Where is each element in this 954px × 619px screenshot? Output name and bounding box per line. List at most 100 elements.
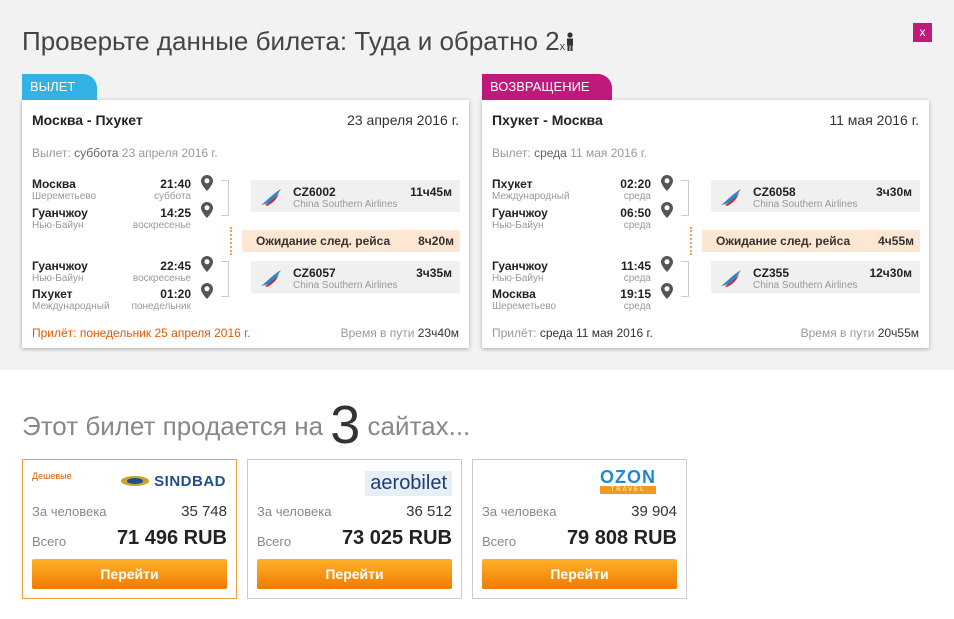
segment-dep-day: среда [623, 191, 651, 202]
ozon-logo: OZON TRAVEL [600, 468, 656, 494]
flight-duration: 3ч35м [416, 266, 452, 280]
segment-from-airport: Шереметьево [32, 191, 97, 202]
go-button[interactable]: Перейти [482, 559, 677, 589]
china-southern-logo-icon [721, 189, 741, 206]
flight-info: CZ6057 China Southern Airlines 3ч35м [251, 261, 460, 293]
outbound-route: Москва - Пхукет [32, 112, 143, 128]
sindbad-logo-text: SINDBAD [154, 473, 226, 490]
layover-duration: 4ч55м [878, 234, 914, 248]
layover-label: Ожидание след. рейса [716, 234, 851, 248]
return-departure-line: Вылет: среда 11 мая 2016 г. [492, 146, 648, 160]
flight-info: CZ355 China Southern Airlines 12ч30м [711, 261, 920, 293]
segment-to-city: Москва [492, 287, 536, 301]
china-southern-logo-icon [721, 270, 741, 287]
total-label: Всего [32, 534, 67, 549]
per-person-price: 39 904 [631, 503, 677, 520]
flight-number: CZ355 [753, 266, 790, 280]
sold-on-heading: Этот билет продается на 3 сайтах... [22, 395, 471, 455]
sindbad-emblem-icon [120, 476, 149, 486]
sindbad-logo: SINDBAD [120, 473, 226, 491]
segment-to-city: Гуанчжоу [32, 206, 88, 220]
return-tag: ВОЗВРАЩЕНИЕ [482, 74, 612, 100]
outbound-tag: ВЫЛЕТ [22, 74, 98, 100]
total-label: Всего [482, 534, 517, 549]
layover-label: Ожидание след. рейса [256, 234, 391, 248]
layover-connector [690, 227, 692, 255]
segment-from-airport: Нью-Байун [492, 273, 544, 284]
return-date: 11 мая 2016 г. [829, 112, 919, 128]
airline-name: China Southern Airlines [293, 280, 398, 291]
segment-arr-day: воскресенье [132, 220, 191, 231]
layover-connector [230, 227, 232, 255]
per-person-price: 36 512 [406, 503, 452, 520]
flight-duration: 11ч45м [410, 185, 452, 199]
segment-arr-day: среда [623, 301, 651, 312]
segment-dep-time: 21:40 [160, 177, 191, 191]
segment-dep-time: 11:45 [620, 259, 651, 273]
page-title: Проверьте данные билета: Туда и обратно … [22, 26, 575, 57]
flight-info: CZ6002 China Southern Airlines 11ч45м [251, 180, 460, 212]
per-person-label: За человека [257, 504, 332, 519]
per-person-label: За человека [32, 504, 107, 519]
segment-from-city: Пхукет [492, 177, 533, 191]
passenger-count: 2 [545, 26, 560, 56]
flight-number: CZ6002 [293, 185, 336, 199]
segment-from-city: Гуанчжоу [492, 259, 548, 273]
segment-from-city: Москва [32, 177, 76, 191]
airline-name: China Southern Airlines [293, 199, 398, 210]
per-person-price: 35 748 [181, 503, 227, 520]
total-price: 79 808 RUB [566, 527, 677, 549]
china-southern-logo-icon [261, 270, 281, 287]
map-pin-icon [661, 283, 673, 299]
travel-time: Время в пути 23ч40м [340, 326, 459, 340]
segment-arr-day: понедельник [131, 301, 191, 312]
segment-arr-time: 14:25 [160, 206, 191, 220]
outbound-date: 23 апреля 2016 г. [347, 112, 459, 128]
segment-to-airport: Нью-Байун [492, 220, 544, 231]
segment-bracket [221, 261, 229, 297]
ozon-logo-text: OZON [600, 467, 656, 487]
flight-duration: 3ч30м [876, 185, 912, 199]
go-button[interactable]: Перейти [257, 559, 452, 589]
segment-dep-day: воскресенье [132, 273, 191, 284]
map-pin-icon [661, 175, 673, 191]
segment-from-airport: Международный [492, 191, 570, 202]
offer-card-sindbad: Дешевые SINDBAD За человека 35 748 Всего… [22, 459, 237, 599]
flight-duration: 12ч30м [869, 266, 912, 280]
map-pin-icon [661, 202, 673, 218]
segment-arr-day: среда [623, 220, 651, 231]
arrival-text: Прилёт: понедельник 25 апреля 2016 г. [32, 326, 251, 340]
segment-to-airport: Нью-Байун [32, 220, 84, 231]
ozon-logo-subtext: TRAVEL [600, 486, 656, 494]
flight-number: CZ6058 [753, 185, 796, 199]
layover-banner: Ожидание след. рейса 8ч20м [242, 230, 460, 252]
total-price: 73 025 RUB [341, 527, 452, 549]
travel-time: Время в пути 20ч55м [800, 326, 919, 340]
flight-info: CZ6058 China Southern Airlines 3ч30м [711, 180, 920, 212]
return-card: ВОЗВРАЩЕНИЕ Пхукет - Москва 11 мая 2016 … [482, 74, 929, 348]
segment-from-airport: Нью-Байун [32, 273, 84, 284]
segment-to-airport: Шереметьево [492, 301, 557, 312]
outbound-card: ВЫЛЕТ Москва - Пхукет 23 апреля 2016 г. … [22, 74, 469, 348]
segment-arr-time: 06:50 [620, 206, 651, 220]
cheapest-badge: Дешевые [32, 471, 72, 481]
segment-dep-time: 02:20 [620, 177, 651, 191]
sites-count: 3 [330, 395, 361, 455]
segment-bracket [681, 261, 689, 297]
airline-name: China Southern Airlines [753, 199, 858, 210]
map-pin-icon [201, 175, 213, 191]
total-price: 71 496 RUB [116, 527, 227, 549]
close-button[interactable]: x [913, 23, 932, 42]
go-button[interactable]: Перейти [32, 559, 227, 589]
person-icon [567, 32, 574, 51]
offer-card-ozon: OZON TRAVEL За человека 39 904 Всего 79 … [472, 459, 687, 599]
map-pin-icon [201, 283, 213, 299]
layover-banner: Ожидание след. рейса 4ч55м [702, 230, 920, 252]
layover-duration: 8ч20м [418, 234, 454, 248]
segment-from-city: Гуанчжоу [32, 259, 88, 273]
flight-number: CZ6057 [293, 266, 336, 280]
outbound-departure-line: Вылет: суббота 23 апреля 2016 г. [32, 146, 218, 160]
segment-to-city: Гуанчжоу [492, 206, 548, 220]
china-southern-logo-icon [261, 189, 281, 206]
segment-to-airport: Международный [32, 301, 110, 312]
